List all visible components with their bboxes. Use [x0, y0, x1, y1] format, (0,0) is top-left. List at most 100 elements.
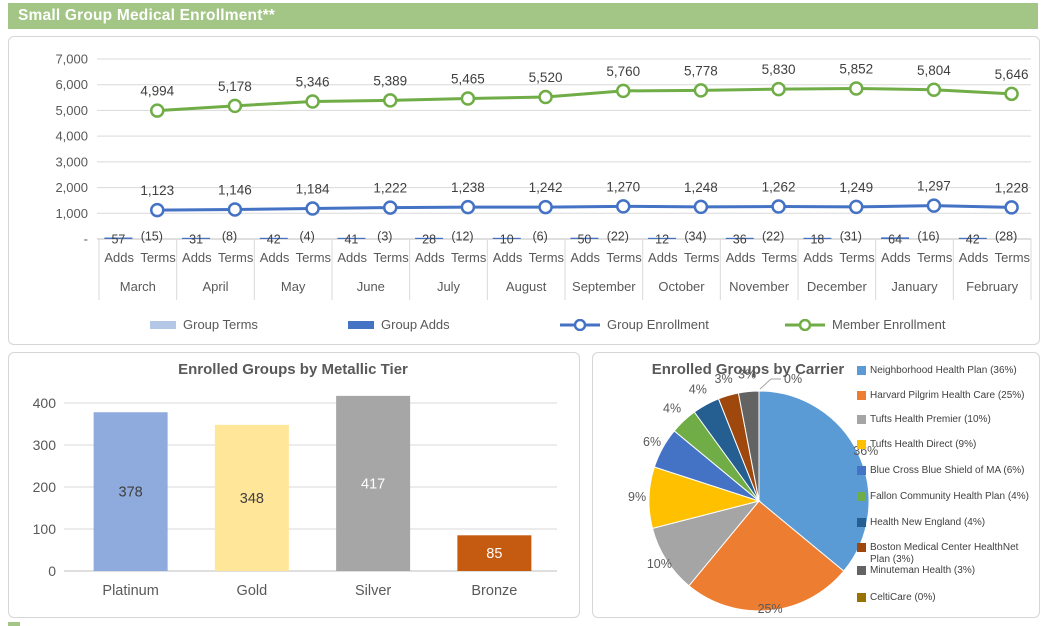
- svg-text:400: 400: [33, 395, 57, 411]
- svg-text:3,000: 3,000: [55, 154, 88, 169]
- svg-text:1,123: 1,123: [140, 183, 174, 198]
- svg-text:March: March: [120, 279, 156, 294]
- legend-item-group-terms: Group Terms: [150, 317, 258, 332]
- svg-text:300: 300: [33, 437, 57, 453]
- svg-text:28: 28: [422, 233, 436, 247]
- svg-text:Terms: Terms: [606, 250, 642, 265]
- svg-text:(16): (16): [917, 230, 939, 244]
- svg-text:5,389: 5,389: [373, 73, 407, 88]
- svg-text:Adds: Adds: [493, 250, 523, 265]
- svg-text:(28): (28): [995, 230, 1017, 244]
- svg-text:85: 85: [486, 546, 502, 562]
- section-header: Small Group Medical Enrollment**: [8, 3, 1038, 29]
- enrollment-legend: Group Terms Group Adds Group Enrollment …: [9, 317, 1039, 343]
- svg-text:378: 378: [119, 485, 143, 501]
- svg-text:Adds: Adds: [260, 250, 290, 265]
- legend-label: Group Adds: [381, 317, 450, 332]
- svg-text:9%: 9%: [628, 490, 646, 504]
- svg-text:50: 50: [577, 233, 591, 247]
- svg-text:Terms: Terms: [995, 250, 1031, 265]
- svg-text:(12): (12): [451, 230, 473, 244]
- carrier-legend-swatch-icon: [857, 415, 866, 424]
- svg-text:April: April: [202, 279, 228, 294]
- carrier-legend-swatch-icon: [857, 440, 866, 449]
- svg-text:2,000: 2,000: [55, 180, 88, 195]
- svg-text:Adds: Adds: [648, 250, 678, 265]
- svg-text:4%: 4%: [663, 401, 681, 415]
- svg-text:5,346: 5,346: [296, 75, 330, 90]
- legend-item-group-adds: Group Adds: [348, 317, 450, 332]
- carrier-legend-label: Health New England (4%): [870, 517, 985, 529]
- carrier-legend-label: Harvard Pilgrim Health Care (25%): [870, 390, 1025, 402]
- enrollment-chart-panel: -1,0002,0003,0004,0005,0006,0007,0001,12…: [8, 36, 1040, 345]
- carrier-panel: Enrolled Groups by Carrier 36%25%10%9%6%…: [592, 352, 1040, 618]
- svg-text:Adds: Adds: [337, 250, 367, 265]
- legend-label: Member Enrollment: [832, 317, 945, 332]
- svg-text:Adds: Adds: [182, 250, 212, 265]
- group-adds-swatch-icon: [348, 321, 374, 329]
- svg-text:31: 31: [189, 233, 203, 247]
- carrier-legend-swatch-icon: [857, 566, 866, 575]
- svg-text:5,000: 5,000: [55, 103, 88, 118]
- svg-text:Adds: Adds: [104, 250, 134, 265]
- svg-text:64: 64: [888, 233, 902, 247]
- svg-text:December: December: [807, 279, 868, 294]
- member-enrollment-marker-icon: [785, 319, 825, 331]
- svg-text:(34): (34): [684, 230, 706, 244]
- svg-text:(22): (22): [607, 230, 629, 244]
- svg-text:4%: 4%: [689, 383, 707, 397]
- svg-text:(22): (22): [762, 230, 784, 244]
- svg-text:January: January: [891, 279, 938, 294]
- svg-text:1,000: 1,000: [55, 206, 88, 221]
- svg-text:Terms: Terms: [762, 250, 798, 265]
- legend-item-member-enrollment: Member Enrollment: [785, 317, 945, 332]
- svg-text:42: 42: [966, 233, 980, 247]
- carrier-legend-swatch-icon: [857, 492, 866, 501]
- svg-text:Adds: Adds: [570, 250, 600, 265]
- svg-text:Terms: Terms: [839, 250, 875, 265]
- svg-text:February: February: [966, 279, 1019, 294]
- svg-text:Terms: Terms: [296, 250, 332, 265]
- svg-text:200: 200: [33, 479, 57, 495]
- svg-text:7,000: 7,000: [55, 52, 88, 67]
- svg-text:4,994: 4,994: [140, 84, 174, 99]
- svg-text:(31): (31): [840, 230, 862, 244]
- svg-text:1,249: 1,249: [839, 180, 873, 195]
- svg-text:1,222: 1,222: [373, 181, 407, 196]
- svg-text:Terms: Terms: [529, 250, 565, 265]
- svg-text:Adds: Adds: [959, 250, 989, 265]
- carrier-legend-label: CeltiCare (0%): [870, 592, 936, 604]
- svg-text:(8): (8): [222, 230, 237, 244]
- svg-text:Adds: Adds: [415, 250, 445, 265]
- svg-text:Terms: Terms: [140, 250, 176, 265]
- carrier-legend-label: Minuteman Health (3%): [870, 565, 975, 577]
- section-title: Small Group Medical Enrollment**: [18, 7, 275, 24]
- carrier-legend-item: Health New England (4%): [857, 517, 985, 529]
- svg-text:36: 36: [733, 233, 747, 247]
- svg-text:(4): (4): [300, 230, 315, 244]
- svg-text:Terms: Terms: [684, 250, 720, 265]
- legend-item-group-enrollment: Group Enrollment: [560, 317, 709, 332]
- svg-text:(6): (6): [533, 230, 548, 244]
- svg-text:Terms: Terms: [373, 250, 409, 265]
- group-terms-swatch-icon: [150, 321, 176, 329]
- svg-text:(15): (15): [141, 230, 163, 244]
- svg-text:5,830: 5,830: [762, 62, 796, 77]
- carrier-legend-item: CeltiCare (0%): [857, 592, 936, 604]
- svg-text:Gold: Gold: [237, 583, 268, 599]
- carrier-legend-item: Fallon Community Health Plan (4%): [857, 491, 1029, 503]
- svg-text:Terms: Terms: [218, 250, 254, 265]
- svg-text:42: 42: [267, 233, 281, 247]
- svg-text:6,000: 6,000: [55, 77, 88, 92]
- carrier-legend-item: Harvard Pilgrim Health Care (25%): [857, 390, 1025, 402]
- carrier-legend: Neighborhood Health Plan (36%)Harvard Pi…: [857, 353, 1037, 617]
- svg-text:1,262: 1,262: [762, 180, 796, 195]
- group-enrollment-marker-icon: [560, 319, 600, 331]
- svg-text:10: 10: [500, 233, 514, 247]
- carrier-title: Enrolled Groups by Carrier: [593, 361, 903, 378]
- svg-text:1,184: 1,184: [296, 182, 330, 197]
- carrier-legend-label: Fallon Community Health Plan (4%): [870, 491, 1029, 503]
- svg-text:12: 12: [655, 233, 669, 247]
- svg-text:Silver: Silver: [355, 583, 391, 599]
- svg-text:1,242: 1,242: [529, 180, 563, 195]
